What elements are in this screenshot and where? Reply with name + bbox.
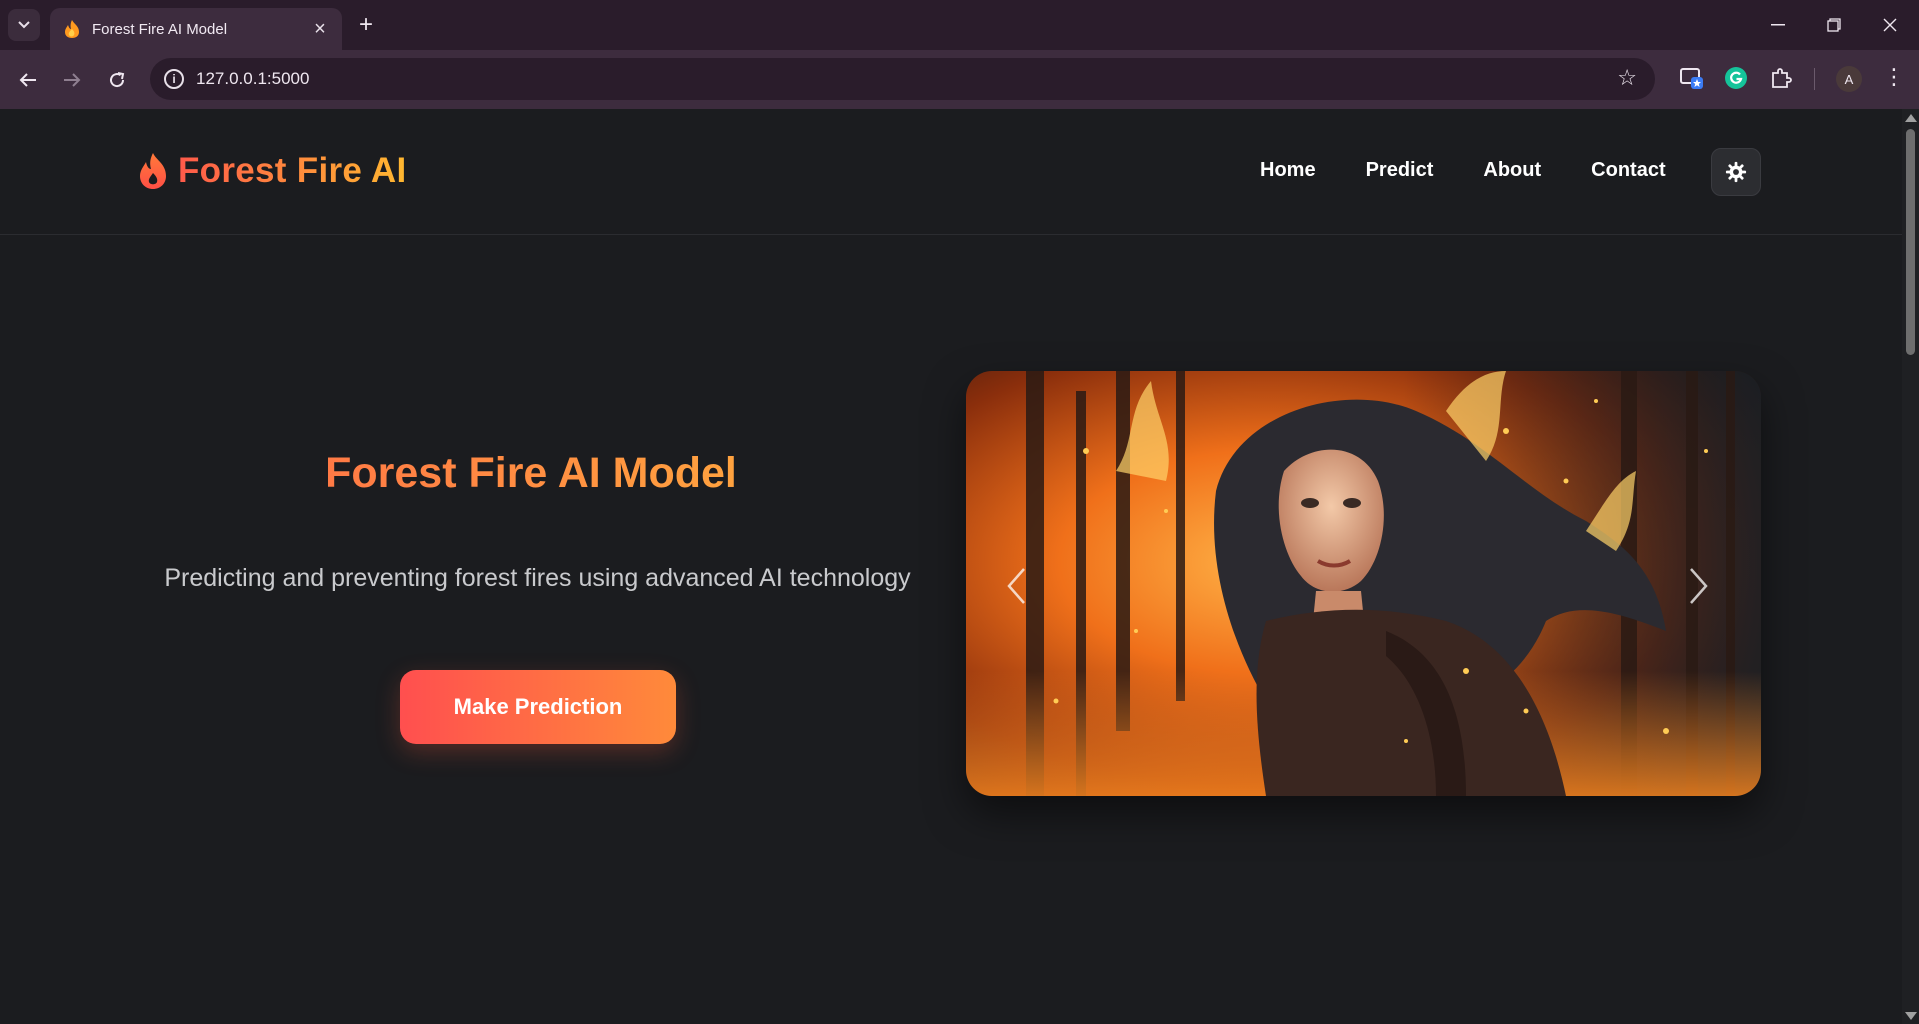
carousel-next-button[interactable]	[1679, 561, 1719, 611]
page-scrollbar[interactable]	[1902, 109, 1919, 1024]
forward-button[interactable]	[57, 65, 87, 95]
scrollbar-thumb[interactable]	[1906, 129, 1915, 355]
browser-toolbar: i 127.0.0.1:5000 ☆	[0, 50, 1919, 109]
reload-button[interactable]	[102, 65, 132, 95]
extensions-puzzle-icon[interactable]	[1767, 64, 1795, 92]
fire-favicon-icon	[62, 19, 82, 39]
close-icon	[1883, 18, 1897, 32]
restore-icon	[1827, 18, 1841, 32]
minimize-icon	[1771, 24, 1785, 26]
cast-extension-icon[interactable]	[1678, 64, 1706, 92]
nav-contact[interactable]: Contact	[1591, 159, 1665, 182]
make-prediction-button[interactable]: Make Prediction	[400, 670, 676, 744]
chevron-left-icon	[1007, 568, 1025, 604]
nav-home[interactable]: Home	[1260, 159, 1316, 182]
browser-tab-active[interactable]: Forest Fire AI Model ×	[50, 8, 342, 50]
tab-search-button[interactable]	[8, 9, 40, 41]
chevron-down-icon	[18, 21, 30, 29]
nav-about[interactable]: About	[1483, 159, 1541, 182]
nav-predict[interactable]: Predict	[1366, 159, 1434, 182]
back-button[interactable]	[13, 65, 43, 95]
bookmark-star-icon[interactable]: ☆	[1617, 65, 1637, 91]
profile-avatar[interactable]: A	[1836, 66, 1862, 92]
toolbar-divider	[1814, 68, 1815, 90]
reload-icon	[110, 72, 125, 88]
grammarly-extension-icon[interactable]	[1722, 64, 1750, 92]
arrow-left-icon	[19, 73, 36, 87]
new-tab-button[interactable]: +	[352, 12, 380, 40]
scroll-down-arrow-icon[interactable]	[1905, 1012, 1917, 1020]
browser-tabbar: Forest Fire AI Model × +	[0, 0, 1919, 50]
hero-subtitle: Predicting and preventing forest fires u…	[164, 564, 911, 592]
gear-icon	[1725, 161, 1747, 183]
browser-menu-icon[interactable]: ⋮	[1882, 62, 1906, 94]
scroll-up-arrow-icon[interactable]	[1905, 114, 1917, 122]
brand-name: Forest Fire AI	[178, 151, 407, 190]
theme-toggle-button[interactable]	[1711, 148, 1761, 196]
hero-title-text: Forest Fire AI Model	[325, 449, 737, 497]
carousel-prev-button[interactable]	[996, 561, 1036, 611]
close-window-button[interactable]	[1870, 10, 1910, 40]
address-bar[interactable]: i 127.0.0.1:5000 ☆	[150, 58, 1655, 100]
tab-title: Forest Fire AI Model	[92, 20, 228, 38]
hero-image-carousel[interactable]	[966, 371, 1761, 796]
brand-logo[interactable]: Forest Fire AI	[138, 151, 407, 191]
close-tab-icon[interactable]: ×	[310, 19, 330, 39]
main-nav: Home Predict About Contact	[1260, 159, 1716, 182]
minimize-window-button[interactable]	[1758, 10, 1798, 40]
url-text[interactable]: 127.0.0.1:5000	[196, 69, 309, 89]
forest-fire-portrait-image	[966, 371, 1761, 796]
restore-window-button[interactable]	[1814, 10, 1854, 40]
site-info-icon[interactable]: i	[164, 69, 184, 89]
site-header: Forest Fire AI Home Predict About Contac…	[0, 109, 1902, 235]
hero-title: Forest Fire AI Model	[0, 449, 1062, 498]
page-viewport: Forest Fire AI Home Predict About Contac…	[0, 109, 1902, 1024]
chevron-right-icon	[1690, 568, 1708, 604]
arrow-right-icon	[64, 73, 81, 87]
flame-icon	[140, 153, 166, 189]
